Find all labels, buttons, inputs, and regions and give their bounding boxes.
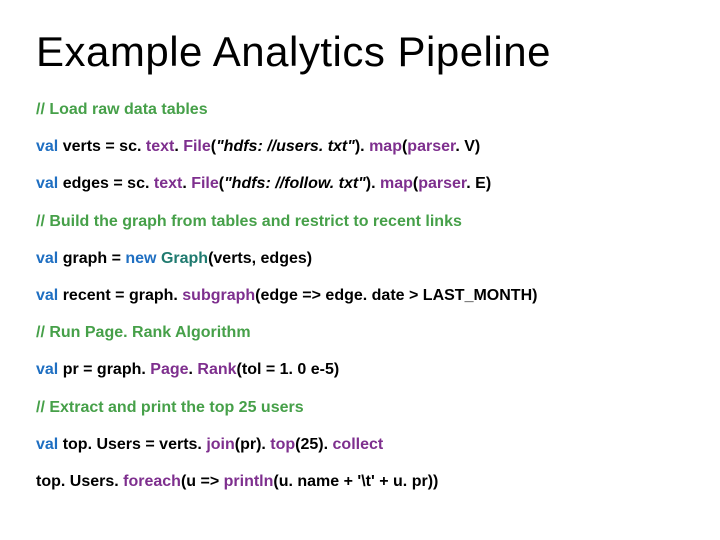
code-text: (pr). <box>235 436 271 453</box>
code-comment-build: // Build the graph from tables and restr… <box>36 212 684 231</box>
code-line-pr: val pr = graph. Page. Rank(tol = 1. 0 e-… <box>36 360 684 379</box>
code-text: recent = graph. <box>63 287 183 304</box>
code-text: (edge => edge. date > LAST_MONTH) <box>255 287 537 304</box>
fn-subgraph: subgraph <box>182 287 255 304</box>
code-line-graph: val graph = new Graph(verts, edges) <box>36 249 684 268</box>
keyword-val: val <box>36 436 63 453</box>
code-text: (verts, edges) <box>208 250 312 267</box>
code-line-topusers: val top. Users = verts. join(pr). top(25… <box>36 435 684 454</box>
code-text: ). <box>366 175 380 192</box>
code-text: . <box>182 175 191 192</box>
string-literal: "hdfs: //follow. txt" <box>224 175 366 192</box>
fn-parser: parser <box>418 175 466 192</box>
fn-top: top <box>270 436 295 453</box>
code-line-recent: val recent = graph. subgraph(edge => edg… <box>36 286 684 305</box>
type-graph: Graph <box>161 250 208 267</box>
fn-text: text <box>154 175 182 192</box>
code-text: ). <box>355 138 369 155</box>
keyword-val: val <box>36 250 63 267</box>
code-text: pr = graph. <box>63 361 151 378</box>
code-text: (25). <box>295 436 332 453</box>
fn-rank: Rank <box>197 361 236 378</box>
code-line-edges: val edges = sc. text. File("hdfs: //foll… <box>36 174 684 193</box>
code-text: (u. name + '\t' + u. pr)) <box>273 473 438 490</box>
code-text: (u => <box>181 473 224 490</box>
slide-title: Example Analytics Pipeline <box>36 28 684 76</box>
fn-text: text <box>146 138 174 155</box>
code-comment-pagerank: // Run Page. Rank Algorithm <box>36 323 684 342</box>
fn-foreach: foreach <box>123 473 181 490</box>
code-text: . <box>174 138 183 155</box>
keyword-new: new <box>125 250 161 267</box>
slide: Example Analytics Pipeline // Load raw d… <box>0 0 720 540</box>
code-comment-load: // Load raw data tables <box>36 100 684 119</box>
code-text: (tol = 1. 0 e-5) <box>237 361 340 378</box>
code-text: graph = <box>63 250 126 267</box>
fn-parser: parser <box>407 138 455 155</box>
code-text: edges = sc. <box>63 175 154 192</box>
fn-map: map <box>369 138 402 155</box>
fn-collect: collect <box>333 436 384 453</box>
code-line-foreach: top. Users. foreach(u => println(u. name… <box>36 472 684 491</box>
keyword-val: val <box>36 138 63 155</box>
code-text: . V) <box>455 138 480 155</box>
fn-page: Page <box>150 361 188 378</box>
keyword-val: val <box>36 361 63 378</box>
code-line-verts: val verts = sc. text. File("hdfs: //user… <box>36 137 684 156</box>
fn-file: File <box>183 138 211 155</box>
code-text: . E) <box>466 175 491 192</box>
keyword-val: val <box>36 287 63 304</box>
keyword-val: val <box>36 175 63 192</box>
fn-println: println <box>224 473 274 490</box>
string-literal: "hdfs: //users. txt" <box>216 138 355 155</box>
fn-file: File <box>191 175 219 192</box>
fn-join: join <box>206 436 234 453</box>
code-comment-extract: // Extract and print the top 25 users <box>36 398 684 417</box>
fn-map: map <box>380 175 413 192</box>
code-text: top. Users. <box>36 473 123 490</box>
code-text: top. Users = verts. <box>63 436 207 453</box>
code-text: verts = sc. <box>63 138 146 155</box>
